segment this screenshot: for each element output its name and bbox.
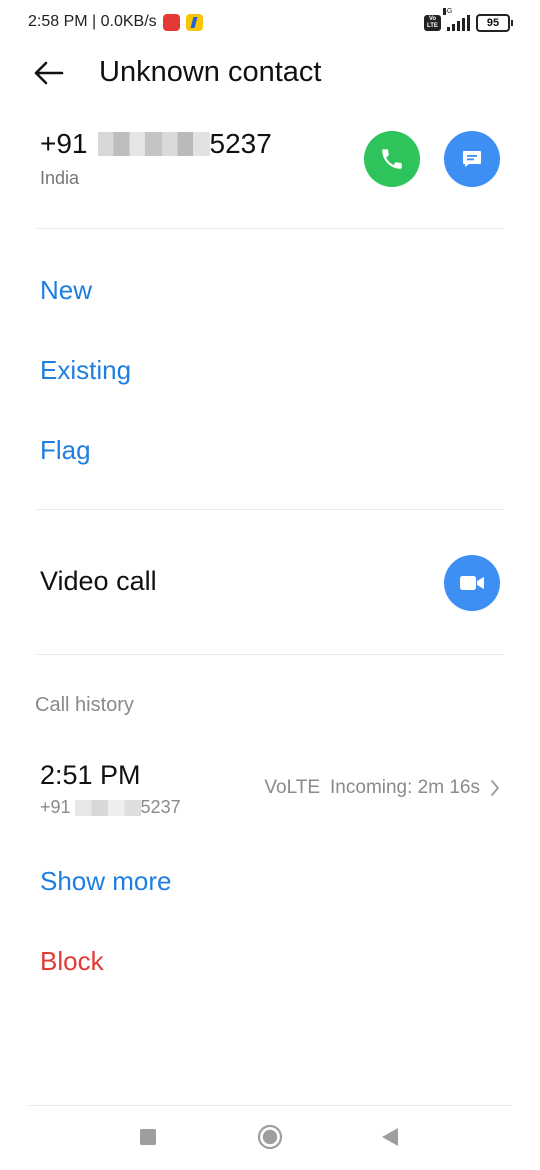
status-time-speed: 2:58 PM | 0.0KB/s [28, 13, 157, 30]
number-prefix: +91 [40, 128, 88, 159]
voice-call-button[interactable] [364, 131, 420, 187]
video-call-label: Video call [40, 566, 157, 596]
call-history-title: Call history [35, 694, 134, 716]
status-right: Vo LTE 4G 95 [424, 8, 513, 32]
contact-phone-number: +91 5237 [40, 128, 272, 160]
contact-country: India [40, 168, 80, 188]
header: Unknown contact [0, 46, 540, 102]
page-title: Unknown contact [99, 56, 322, 88]
status-bar: 2:58 PM | 0.0KB/s Vo LTE 4G 95 [0, 0, 540, 46]
battery-icon: 95 [476, 14, 513, 32]
divider [36, 509, 504, 510]
call-network: VoLTE [264, 777, 321, 798]
recent-apps-icon[interactable] [139, 1128, 157, 1146]
home-icon[interactable] [257, 1124, 283, 1150]
number-suffix: 5237 [209, 128, 272, 159]
message-button[interactable] [444, 131, 500, 187]
call-duration: Incoming: 2m 16s [330, 777, 480, 798]
chevron-right-icon [491, 780, 499, 796]
video-camera-icon [460, 576, 484, 590]
network-type-label: 4G [443, 8, 453, 15]
redacted-digits [74, 799, 141, 816]
flipkart-icon [185, 13, 203, 31]
flag-link[interactable]: Flag [40, 435, 91, 466]
video-call-button[interactable] [444, 555, 500, 611]
status-left: 2:58 PM | 0.0KB/s [28, 13, 203, 31]
block-link[interactable]: Block [40, 946, 104, 977]
new-contact-link[interactable]: New [40, 275, 92, 306]
call-number: +91 5237 [40, 797, 181, 818]
navigation-bar [0, 1106, 540, 1170]
contact-card: +91 5237 India [0, 118, 540, 228]
divider [36, 228, 504, 229]
call-number-suffix: 5237 [140, 797, 181, 817]
divider [36, 654, 504, 655]
call-number-prefix: +91 [40, 797, 71, 817]
call-time: 2:51 PM [40, 760, 141, 790]
signal-icon: 4G [443, 8, 470, 31]
app-notification-icon [162, 13, 180, 31]
arrow-left-icon[interactable] [32, 58, 66, 88]
show-more-link[interactable]: Show more [40, 866, 172, 897]
volte-badge-text: Vo LTE [427, 16, 438, 29]
message-icon [463, 151, 481, 167]
volte-icon: Vo LTE [424, 15, 441, 31]
redacted-digits [97, 132, 210, 156]
battery-level: 95 [486, 17, 500, 29]
call-detail: VoLTE Incoming: 2m 16s [264, 777, 500, 799]
back-triangle-icon[interactable] [381, 1127, 399, 1147]
add-to-existing-link[interactable]: Existing [40, 355, 131, 386]
phone-icon [382, 149, 402, 169]
